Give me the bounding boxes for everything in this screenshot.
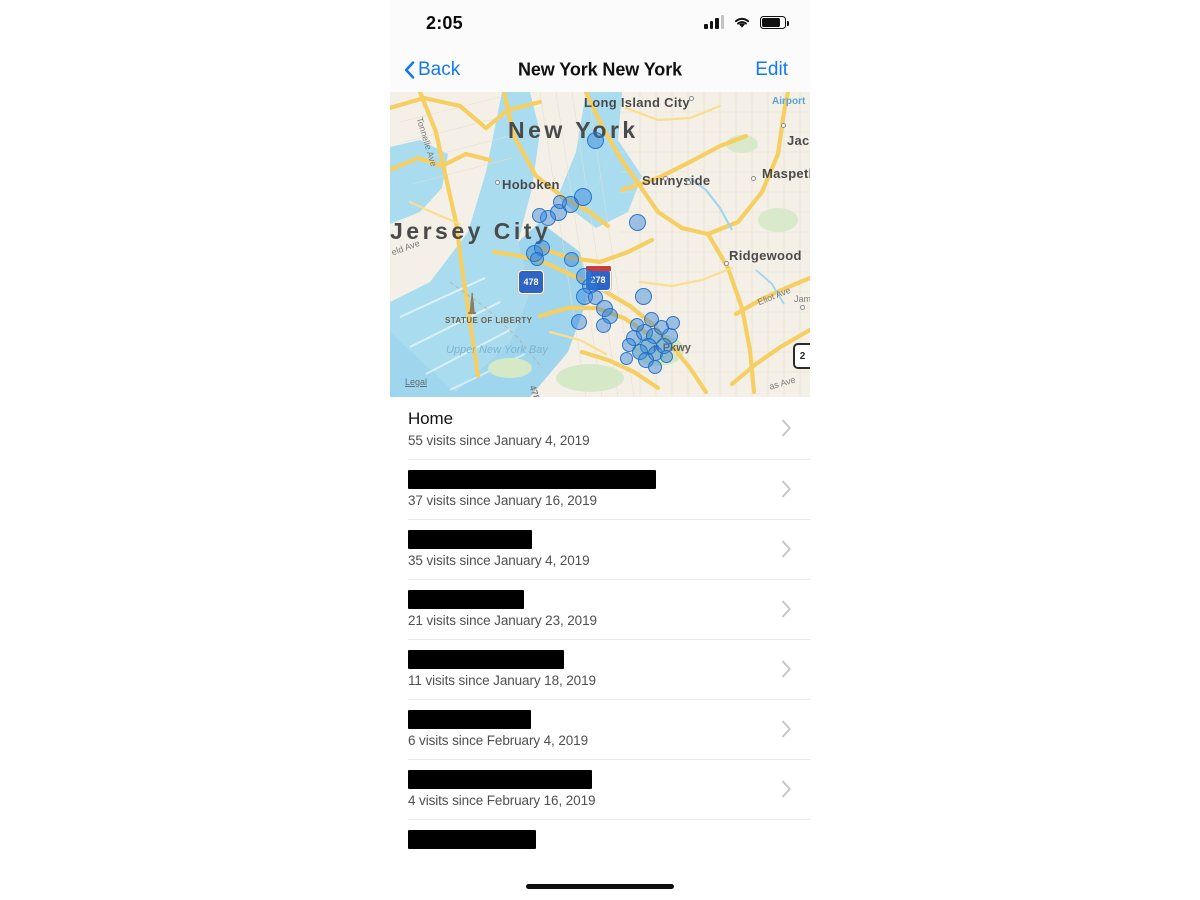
- map-visit-pin[interactable]: [530, 252, 544, 266]
- home-indicator: [526, 884, 674, 889]
- cellular-signal-icon: [704, 15, 724, 29]
- list-item[interactable]: 11 visits since January 18, 2019: [390, 639, 810, 700]
- list-item-title: [408, 530, 766, 550]
- chevron-right-icon: [781, 780, 792, 798]
- screenshot-canvas: 2:05 Back New York New York Edit New Yor…: [0, 0, 1200, 900]
- map-visit-pin[interactable]: [660, 350, 673, 363]
- map-visit-pin[interactable]: [629, 214, 646, 231]
- list-item-title: [408, 830, 766, 850]
- chevron-right-icon: [781, 480, 792, 498]
- list-item-title: Home: [408, 409, 453, 428]
- map-visit-pin[interactable]: [644, 312, 659, 327]
- route-shield-edge: 2: [793, 343, 810, 369]
- map-visit-pin[interactable]: [596, 318, 611, 333]
- map-poi-dot: [800, 305, 805, 310]
- redaction-bar: [408, 530, 532, 550]
- chevron-right-icon: [781, 660, 792, 678]
- route-shield-478-label: 478: [523, 277, 539, 287]
- status-bar-indicators: [704, 15, 789, 29]
- list-item-title: [408, 590, 766, 610]
- map-visit-pin[interactable]: [622, 338, 636, 352]
- statue-of-liberty-icon: [468, 292, 476, 314]
- phone-screen: 2:05 Back New York New York Edit New Yor…: [390, 0, 810, 900]
- visited-places-list: Home 55 visits since January 4, 2019 37 …: [390, 397, 810, 861]
- list-item[interactable]: 37 visits since January 16, 2019: [390, 459, 810, 520]
- list-item-title: [408, 710, 766, 730]
- map-poi-dot: [724, 261, 729, 266]
- map-visit-pin[interactable]: [571, 314, 587, 330]
- redaction-bar: [408, 590, 524, 610]
- list-item-subtitle: 4 visits since February 16, 2019: [408, 793, 596, 809]
- route-shield-edge-label: 2: [799, 350, 806, 362]
- map-visit-pin[interactable]: [630, 318, 644, 332]
- map-poi-dot: [781, 123, 786, 128]
- map-poi-dot: [751, 176, 756, 181]
- list-item[interactable]: [390, 819, 810, 861]
- map-legal-link[interactable]: Legal: [405, 377, 427, 387]
- list-item-title: [408, 770, 766, 790]
- wifi-icon: [733, 15, 751, 29]
- chevron-right-icon: [781, 600, 792, 618]
- map-visit-pin[interactable]: [553, 195, 567, 209]
- map-poi-dot: [495, 180, 500, 185]
- map-poi-dot: [663, 176, 668, 181]
- list-item[interactable]: 6 visits since February 4, 2019: [390, 699, 810, 760]
- map-visit-pin[interactable]: [635, 288, 652, 305]
- list-item[interactable]: Home 55 visits since January 4, 2019: [390, 397, 810, 460]
- map-view[interactable]: New York Jersey City Long Island City Ho…: [390, 92, 810, 397]
- map-visit-pin[interactable]: [587, 132, 604, 149]
- list-item-subtitle: 11 visits since January 18, 2019: [408, 673, 596, 689]
- map-poi-dot: [686, 180, 691, 185]
- list-item[interactable]: 4 visits since February 16, 2019: [390, 759, 810, 820]
- redaction-bar: [408, 770, 592, 790]
- list-item-subtitle: 37 visits since January 16, 2019: [408, 493, 597, 509]
- list-item-subtitle: 55 visits since January 4, 2019: [408, 433, 590, 449]
- list-item-subtitle: 6 visits since February 4, 2019: [408, 733, 588, 749]
- route-shield-478: 478: [518, 270, 544, 294]
- list-item-subtitle: 21 visits since January 23, 2019: [408, 613, 597, 629]
- redaction-bar: [408, 710, 531, 730]
- battery-icon: [760, 16, 789, 29]
- map-visit-pin[interactable]: [564, 252, 579, 267]
- list-item[interactable]: 21 visits since January 23, 2019: [390, 579, 810, 640]
- map-visit-pin[interactable]: [620, 352, 633, 365]
- list-item-title: [408, 650, 766, 670]
- chevron-right-icon: [781, 540, 792, 558]
- chevron-right-icon: [781, 720, 792, 738]
- status-bar: 2:05: [390, 0, 810, 48]
- list-item[interactable]: 35 visits since January 4, 2019: [390, 519, 810, 580]
- map-visit-pin[interactable]: [666, 316, 680, 330]
- map-visit-pin[interactable]: [532, 208, 547, 223]
- list-item-subtitle: 35 visits since January 4, 2019: [408, 553, 590, 569]
- redaction-bar: [408, 830, 536, 850]
- status-bar-time: 2:05: [426, 13, 463, 33]
- list-item-title: [408, 470, 766, 490]
- page-title: New York New York: [517, 59, 683, 80]
- redaction-bar: [408, 650, 564, 670]
- map-visit-pin[interactable]: [648, 360, 662, 374]
- navigation-bar: Back New York New York Edit: [390, 48, 810, 92]
- map-poi-dot: [689, 96, 694, 101]
- edit-button[interactable]: Edit: [755, 59, 788, 81]
- chevron-right-icon: [781, 419, 792, 437]
- redaction-bar: [408, 470, 656, 490]
